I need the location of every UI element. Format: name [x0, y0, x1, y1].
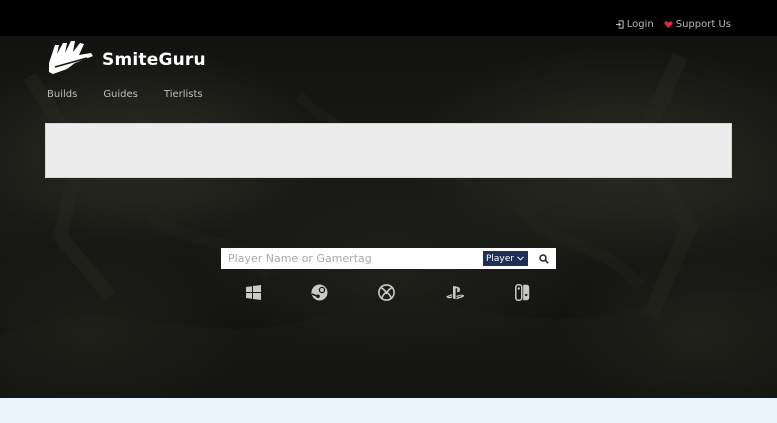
windows-icon	[246, 284, 261, 304]
search-button[interactable]	[532, 248, 556, 269]
platform-steam[interactable]	[311, 284, 328, 305]
search-type-dropdown[interactable]: Player	[482, 251, 528, 266]
xbox-icon	[378, 283, 395, 305]
switch-icon	[515, 283, 530, 305]
platform-switch[interactable]	[515, 283, 530, 305]
site-logo[interactable]: SmiteGuru	[47, 41, 206, 79]
top-bar: Login Support Us	[0, 0, 777, 36]
search-type-label: Player	[485, 253, 514, 264]
platform-windows[interactable]	[246, 284, 261, 304]
player-search-input[interactable]	[221, 248, 483, 269]
footer-band	[0, 398, 777, 423]
player-search-bar: Player	[221, 248, 556, 269]
nav-guides[interactable]: Guides	[103, 89, 138, 100]
nav-builds[interactable]: Builds	[47, 89, 77, 100]
login-link[interactable]: Login	[615, 19, 654, 30]
brand-name: SmiteGuru	[102, 50, 206, 70]
playstation-icon	[446, 285, 465, 304]
login-label: Login	[626, 19, 654, 30]
search-icon	[539, 249, 549, 268]
support-link[interactable]: Support Us	[664, 19, 731, 30]
steam-icon	[311, 284, 328, 305]
main-nav: Builds Guides Tierlists	[47, 89, 203, 100]
login-icon	[615, 20, 624, 29]
nav-tierlists[interactable]: Tierlists	[164, 89, 203, 100]
platform-xbox[interactable]	[378, 283, 395, 305]
chevron-down-icon	[517, 254, 524, 264]
heart-icon	[664, 20, 673, 29]
support-label: Support Us	[675, 19, 731, 30]
ad-banner	[45, 123, 732, 178]
account-links: Login Support Us	[615, 19, 731, 30]
platform-playstation[interactable]	[446, 285, 465, 303]
smiteguru-logo-icon	[47, 41, 94, 79]
hero-section: SmiteGuru Builds Guides Tierlists Player	[0, 36, 777, 398]
platform-selector	[246, 283, 536, 305]
